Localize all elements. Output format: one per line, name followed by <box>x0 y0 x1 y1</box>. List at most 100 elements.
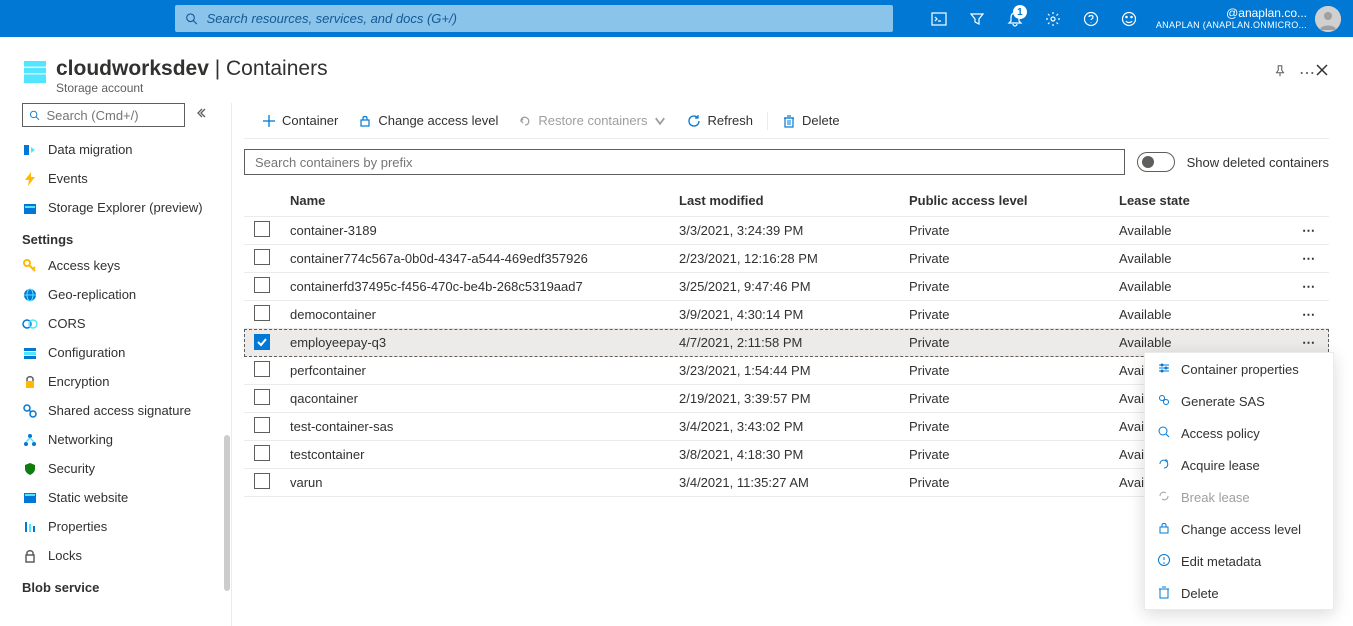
row-more-button[interactable]: ⋯ <box>1302 335 1316 350</box>
cell-name[interactable]: test-container-sas <box>280 413 669 441</box>
close-button[interactable] <box>1315 63 1329 82</box>
sidebar-item-cors[interactable]: CORS <box>0 309 231 338</box>
cell-name[interactable]: democontainer <box>280 301 669 329</box>
row-checkbox[interactable] <box>254 277 270 293</box>
sidebar-item-lock2[interactable]: Locks <box>0 541 231 570</box>
cell-name[interactable]: employeepay-q3 <box>280 329 669 357</box>
row-checkbox[interactable] <box>254 417 270 433</box>
col-modified[interactable]: Last modified <box>669 185 899 217</box>
key-icon <box>22 258 38 274</box>
table-header-row: Name Last modified Public access level L… <box>244 185 1329 217</box>
user-account[interactable]: @anaplan.co... ANAPLAN (ANAPLAN.ONMICRO.… <box>1156 6 1341 32</box>
cell-modified: 3/4/2021, 11:35:27 AM <box>669 469 899 497</box>
settings-icon[interactable] <box>1034 0 1072 37</box>
global-search[interactable] <box>175 5 893 32</box>
sidebar-search-input[interactable] <box>46 108 178 123</box>
ctx-lease[interactable]: Acquire lease <box>1145 449 1333 481</box>
row-checkbox[interactable] <box>254 334 270 350</box>
delete-button[interactable]: Delete <box>772 103 850 139</box>
sidebar-item-events[interactable]: Events <box>0 164 231 193</box>
sidebar-item-lock[interactable]: Encryption <box>0 367 231 396</box>
cell-name[interactable]: containerfd37495c-f456-470c-be4b-268c531… <box>280 273 669 301</box>
sidebar-search[interactable] <box>22 103 185 127</box>
table-row[interactable]: container-31893/3/2021, 3:24:39 PMPrivat… <box>244 217 1329 245</box>
sidebar-item-shield[interactable]: Security <box>0 454 231 483</box>
row-more-button[interactable]: ⋯ <box>1302 251 1316 266</box>
page-subtitle: Storage account <box>56 81 1261 95</box>
sidebar-item-label: Events <box>48 171 88 186</box>
row-checkbox[interactable] <box>254 445 270 461</box>
directory-filter-icon[interactable] <box>958 0 996 37</box>
search-icon <box>29 109 40 122</box>
cell-modified: 3/3/2021, 3:24:39 PM <box>669 217 899 245</box>
sidebar-item-properties[interactable]: Properties <box>0 512 231 541</box>
cell-modified: 2/19/2021, 3:39:57 PM <box>669 385 899 413</box>
ctx-settings[interactable]: Container properties <box>1145 353 1333 385</box>
sidebar-item-geo[interactable]: Geo-replication <box>0 280 231 309</box>
row-more-button[interactable]: ⋯ <box>1302 279 1316 294</box>
lock-icon <box>22 374 38 390</box>
cell-access: Private <box>899 385 1109 413</box>
sidebar-item-config[interactable]: Configuration <box>0 338 231 367</box>
help-icon[interactable] <box>1072 0 1110 37</box>
table-row[interactable]: containerfd37495c-f456-470c-be4b-268c531… <box>244 273 1329 301</box>
cell-lease: Available <box>1109 273 1289 301</box>
row-checkbox[interactable] <box>254 249 270 265</box>
cell-access: Private <box>899 217 1109 245</box>
cell-name[interactable]: testcontainer <box>280 441 669 469</box>
ctx-link[interactable]: Generate SAS <box>1145 385 1333 417</box>
ctx-lock[interactable]: Change access level <box>1145 513 1333 545</box>
page-title: cloudworksdev | Containers <box>56 57 1261 81</box>
pin-icon[interactable] <box>1273 64 1287 83</box>
sidebar-item-label: Geo-replication <box>48 287 136 302</box>
global-search-input[interactable] <box>207 11 883 26</box>
sidebar-item-network[interactable]: Networking <box>0 425 231 454</box>
sidebar-item-label: Storage Explorer (preview) <box>48 200 203 215</box>
ctx-delete[interactable]: Delete <box>1145 577 1333 609</box>
cloud-shell-icon[interactable] <box>920 0 958 37</box>
prefix-search-input[interactable] <box>244 149 1125 175</box>
col-access[interactable]: Public access level <box>899 185 1109 217</box>
collapse-sidebar-button[interactable] <box>195 106 207 124</box>
change-access-button[interactable]: Change access level <box>348 103 508 139</box>
sidebar-item-key[interactable]: Access keys <box>0 251 231 280</box>
row-checkbox[interactable] <box>254 389 270 405</box>
ctx-edit[interactable]: Edit metadata <box>1145 545 1333 577</box>
add-container-button[interactable]: Container <box>252 103 348 139</box>
sidebar-scrollbar[interactable] <box>223 103 231 626</box>
avatar <box>1315 6 1341 32</box>
ctx-label: Delete <box>1181 586 1219 601</box>
sidebar-item-storage-explorer[interactable]: Storage Explorer (preview) <box>0 193 231 222</box>
cell-lease: Available <box>1109 217 1289 245</box>
cors-icon <box>22 316 38 332</box>
table-row[interactable]: democontainer3/9/2021, 4:30:14 PMPrivate… <box>244 301 1329 329</box>
cell-name[interactable]: varun <box>280 469 669 497</box>
sidebar-item-data-migration[interactable]: Data migration <box>0 135 231 164</box>
row-more-button[interactable]: ⋯ <box>1302 307 1316 322</box>
feedback-icon[interactable] <box>1110 0 1148 37</box>
refresh-button[interactable]: Refresh <box>677 103 763 139</box>
cell-name[interactable]: qacontainer <box>280 385 669 413</box>
row-checkbox[interactable] <box>254 361 270 377</box>
col-lease[interactable]: Lease state <box>1109 185 1289 217</box>
notifications-icon[interactable]: 1 <box>996 0 1034 37</box>
row-checkbox[interactable] <box>254 221 270 237</box>
cell-access: Private <box>899 413 1109 441</box>
table-row[interactable]: container774c567a-0b0d-4347-a544-469edf3… <box>244 245 1329 273</box>
sidebar-item-static-web[interactable]: Static website <box>0 483 231 512</box>
cell-name[interactable]: container-3189 <box>280 217 669 245</box>
cell-name[interactable]: container774c567a-0b0d-4347-a544-469edf3… <box>280 245 669 273</box>
undo-icon <box>518 114 532 128</box>
ctx-search[interactable]: Access policy <box>1145 417 1333 449</box>
lock2-icon <box>22 548 38 564</box>
row-checkbox[interactable] <box>254 473 270 489</box>
col-name[interactable]: Name <box>280 185 669 217</box>
ctx-label: Edit metadata <box>1181 554 1261 569</box>
row-checkbox[interactable] <box>254 305 270 321</box>
restore-button: Restore containers <box>508 103 677 139</box>
cell-name[interactable]: perfcontainer <box>280 357 669 385</box>
row-more-button[interactable]: ⋯ <box>1302 223 1316 238</box>
sidebar-item-sas[interactable]: Shared access signature <box>0 396 231 425</box>
more-icon[interactable]: ⋯ <box>1299 63 1315 83</box>
show-deleted-toggle[interactable] <box>1137 152 1175 172</box>
